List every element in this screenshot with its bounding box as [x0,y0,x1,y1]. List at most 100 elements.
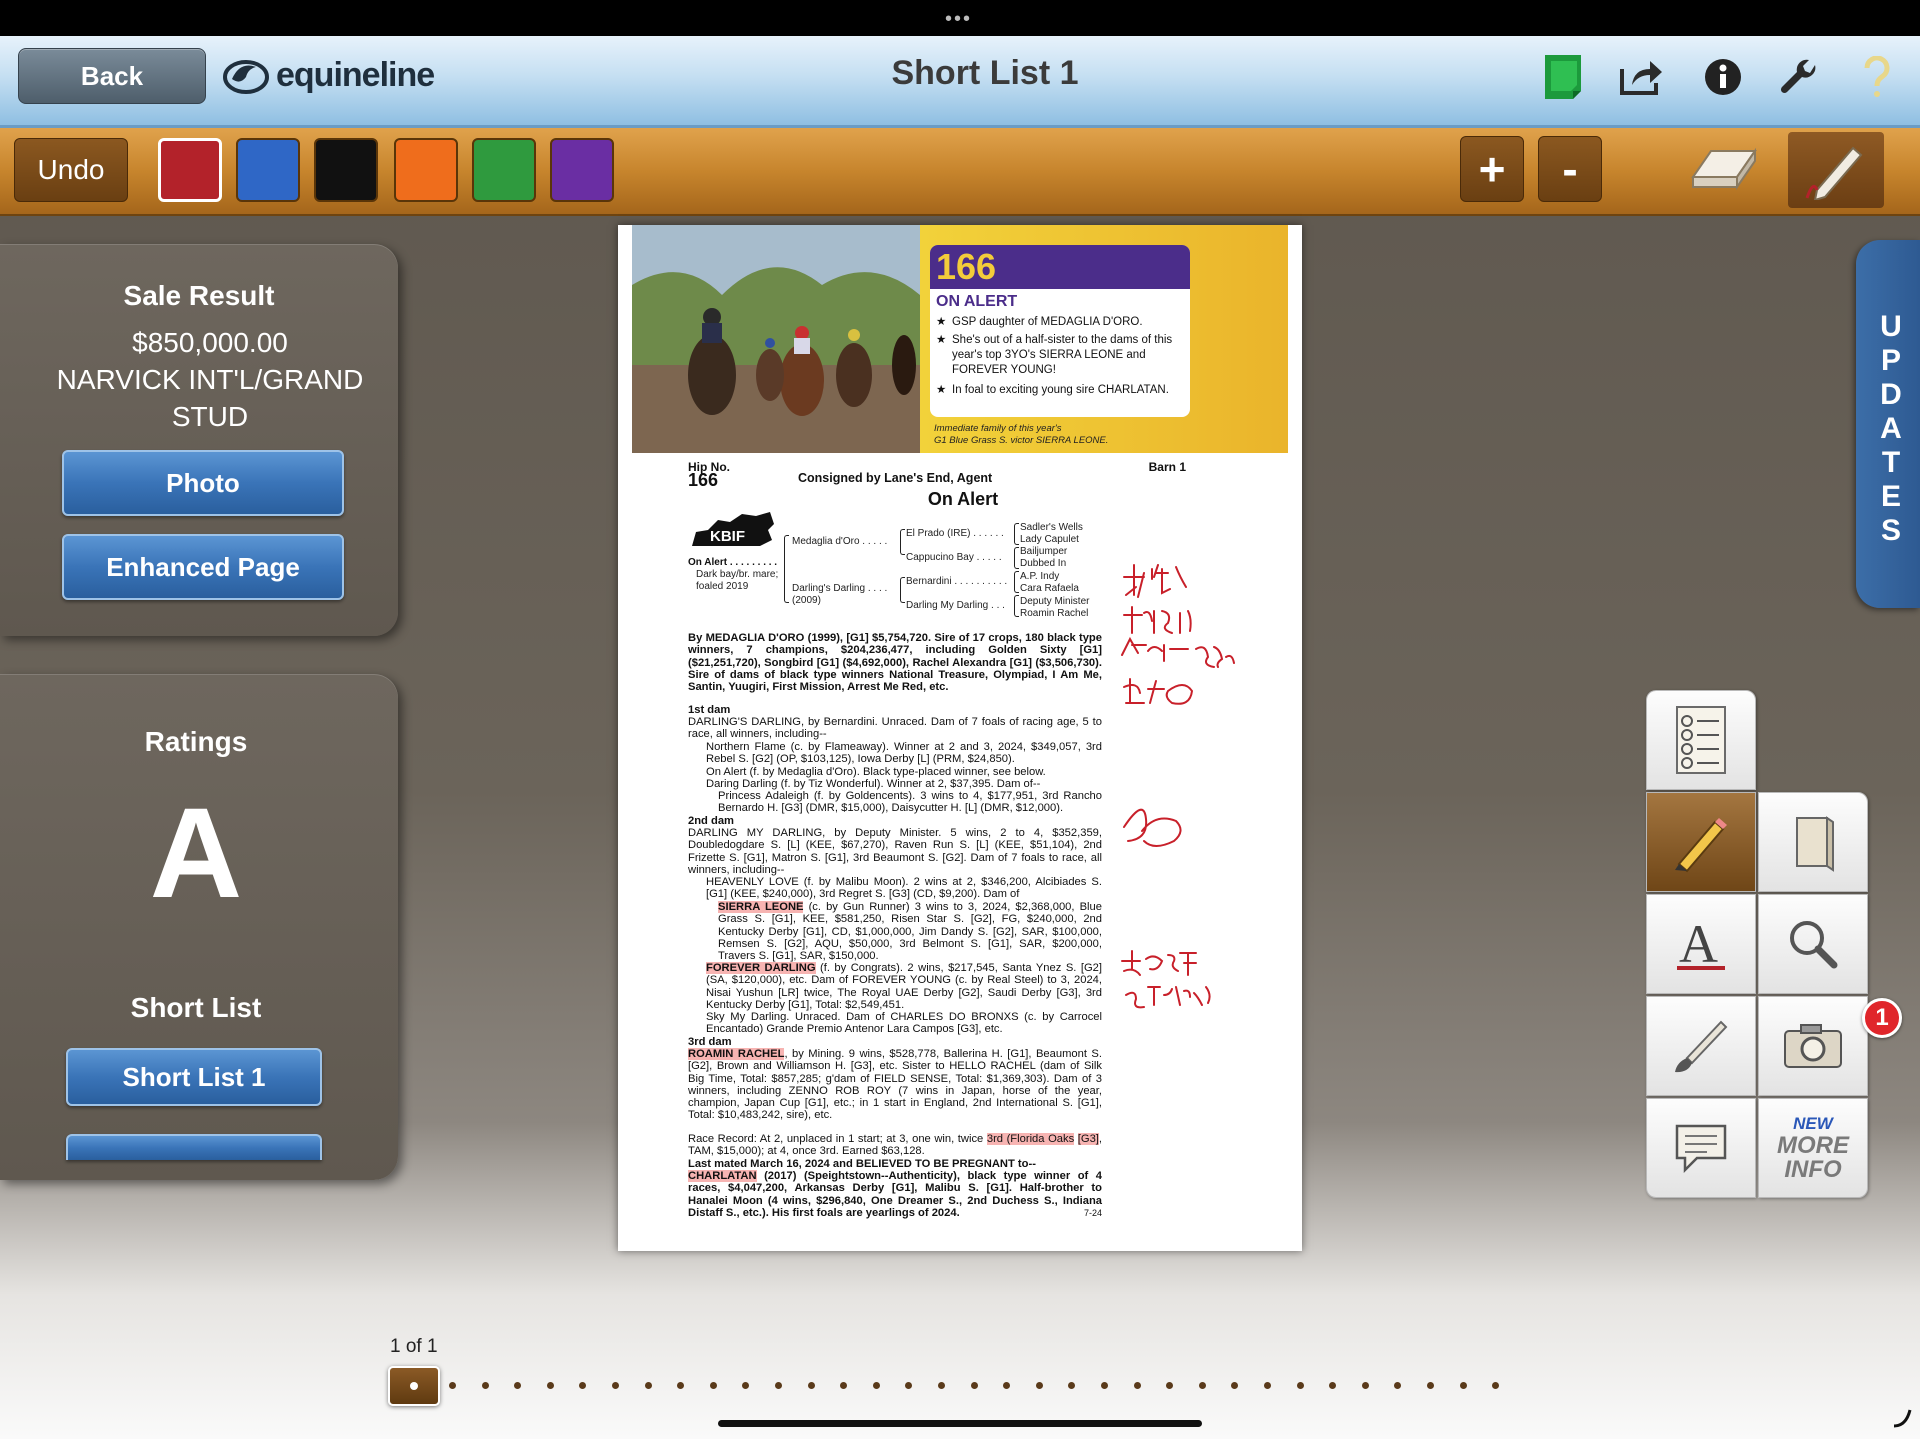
page-dot[interactable] [872,1382,880,1389]
svg-text:KBIF: KBIF [710,528,745,545]
rating-grade[interactable]: A [0,780,392,927]
home-indicator[interactable] [718,1420,1202,1427]
page-dot[interactable] [514,1382,522,1389]
page-dot[interactable] [1166,1382,1174,1389]
more-info-button[interactable]: NEW MORE INFO [1758,1098,1868,1198]
promo-bullet: ★ In foal to exciting young sire CHARLATA… [936,384,1169,396]
dam2-sierra: SIERRA LEONE (c. by Gun Runner) 3 wins t… [718,901,1102,963]
pedigree-ggp: Lady Capulet [1020,534,1079,545]
page-dot[interactable] [938,1382,945,1389]
enhanced-page-button[interactable]: Enhanced Page [62,534,344,600]
promo-bullet: ★ She's out of a half-sister to the dams … [936,334,1173,376]
page-dot[interactable] [546,1382,554,1389]
pedigree-brace [900,529,905,555]
page-dot[interactable] [709,1382,717,1389]
page-dot[interactable] [1035,1382,1043,1389]
multitask-dots-icon[interactable]: ••• [945,8,972,31]
page-dot[interactable] [905,1382,913,1389]
page-dot[interactable] [1459,1382,1467,1389]
color-swatch-green[interactable] [472,138,536,202]
page-dot[interactable] [1068,1382,1076,1389]
dam1-item: Northern Flame (c. by Flameaway). Winner… [706,741,1102,766]
page-dot[interactable] [1492,1382,1500,1389]
short-list-1-button[interactable]: Short List 1 [66,1048,322,1106]
info-icon[interactable] [1696,50,1750,104]
comment-icon[interactable] [1646,1098,1756,1198]
page-dot[interactable] [742,1382,750,1389]
dam1-text: DARLING'S DARLING, by Bernardini. Unrace… [688,716,1102,741]
short-list-next-button[interactable] [66,1134,322,1160]
color-swatch-blue[interactable] [236,138,300,202]
pencil-icon[interactable] [1646,792,1756,892]
race-record: Race Record: At 2, unplaced in 1 start; … [688,1133,1103,1158]
page-dot[interactable] [775,1382,782,1389]
page-dot[interactable] [1361,1382,1369,1389]
page-dot[interactable] [1003,1382,1011,1389]
help-icon[interactable] [1850,50,1904,104]
pedigree-subject-desc: foaled 2019 [696,581,749,592]
updates-tab[interactable]: UPDATES [1856,240,1920,608]
consignor: Consigned by Lane's End, Agent [798,471,993,485]
sale-buyer-line1: NARVICK INT'L/GRAND [56,364,364,395]
text-icon[interactable]: A [1646,894,1756,994]
page-dot[interactable] [1394,1382,1402,1389]
page-dot[interactable] [970,1382,978,1389]
dam2-heavenly: HEAVENLY LOVE (f. by Malibu Moon). 2 win… [706,876,1102,901]
kbif-logo: KBIF [692,512,774,546]
page-thumb-selected[interactable] [388,1366,440,1406]
page-dot[interactable] [807,1382,815,1389]
page-dot[interactable] [644,1382,652,1389]
pedigree-dam-year: (2009) [792,595,821,606]
sale-price: $850,000.00 [132,327,288,358]
search-icon[interactable] [1758,894,1868,994]
eraser-icon[interactable] [1676,132,1772,208]
page-dot[interactable] [1296,1382,1304,1389]
color-swatch-black[interactable] [314,138,378,202]
sale-result-heading: Sale Result [123,280,275,311]
brush-icon[interactable] [1646,996,1756,1096]
pen-tool-icon[interactable] [1788,132,1884,208]
app-header: Back equineline Short List 1 [0,36,1920,128]
notes-icon[interactable] [1536,50,1590,104]
share-icon[interactable] [1614,50,1668,104]
page-dot[interactable] [612,1382,619,1389]
page-dot[interactable] [579,1382,587,1389]
undo-button[interactable]: Undo [14,138,128,202]
pedigree-ss: El Prado (IRE) . . . . . . [906,528,1004,539]
notebook-icon[interactable] [1758,792,1868,892]
page-dot[interactable] [481,1382,489,1389]
checklist-icon[interactable] [1646,690,1756,790]
page-dot[interactable] [677,1382,685,1389]
pedigree-brace [900,577,905,603]
back-button[interactable]: Back [18,48,206,104]
color-swatch-red[interactable] [158,138,222,202]
pedigree-brace [1014,571,1019,593]
status-bar: ••• [0,0,1920,36]
camera-icon[interactable] [1758,996,1868,1096]
page-dot[interactable] [1231,1382,1239,1389]
pedigree-brace [1014,523,1019,545]
page-dot[interactable] [1101,1382,1108,1389]
pedigree-ds: Bernardini . . . . . . . . . . [906,576,1008,587]
dam2-heading: 2nd dam [688,815,735,827]
page-dot[interactable] [1329,1382,1337,1389]
page-dot[interactable] [1427,1382,1434,1389]
last-mated: Last mated March 16, 2024 and BELIEVED T… [688,1158,1036,1170]
color-swatch-purple[interactable] [550,138,614,202]
page-dot[interactable] [1133,1382,1141,1389]
page-dot[interactable] [1264,1382,1271,1389]
increase-size-button[interactable]: + [1460,136,1524,202]
page-code: 7-24 [1083,1208,1102,1218]
page-dot[interactable] [449,1382,456,1389]
page-dot[interactable] [840,1382,848,1389]
wrench-icon[interactable] [1772,50,1826,104]
handwritten-notes [1121,564,1235,1009]
page-dot[interactable] [1198,1382,1206,1389]
decrease-size-button[interactable]: - [1538,136,1602,202]
dam3-heading: 3rd dam [688,1036,732,1048]
sire-paragraph: By MEDAGLIA D'ORO (1999), [G1] $5,754,72… [688,632,1102,694]
color-swatch-orange[interactable] [394,138,458,202]
photo-button[interactable]: Photo [62,450,344,516]
resize-corner-icon[interactable] [1890,1406,1914,1430]
logo-mark-icon [223,60,269,94]
